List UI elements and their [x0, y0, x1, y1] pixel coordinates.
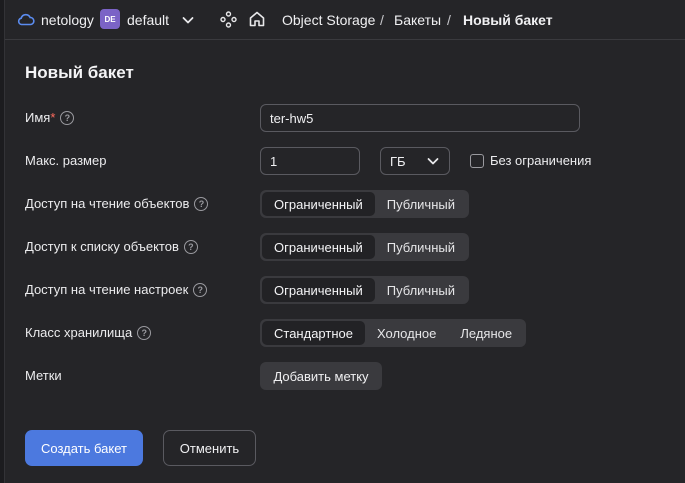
- storage-class-option-ice[interactable]: Ледяное: [448, 321, 524, 345]
- page-title: Новый бакет: [25, 63, 134, 82]
- create-bucket-button[interactable]: Создать бакет: [25, 430, 143, 466]
- list-objects-option-public[interactable]: Публичный: [375, 235, 467, 259]
- read-objects-option-public[interactable]: Публичный: [375, 192, 467, 216]
- side-strip: [0, 0, 5, 483]
- unlimited-checkbox[interactable]: Без ограничения: [470, 153, 591, 168]
- org-name[interactable]: netology: [41, 12, 94, 28]
- services-icon[interactable]: [220, 11, 237, 28]
- folder-badge: DE: [100, 9, 120, 29]
- help-icon[interactable]: ?: [137, 325, 152, 340]
- read-settings-label-text: Доступ на чтение настроек: [25, 282, 189, 297]
- storage-class-label: Класс хранилища ?: [25, 325, 152, 340]
- read-objects-label-text: Доступ на чтение объектов: [25, 196, 190, 211]
- cancel-button[interactable]: Отменить: [163, 430, 256, 466]
- read-settings-label: Доступ на чтение настроек ?: [25, 282, 208, 297]
- max-size-input[interactable]: 1: [260, 147, 360, 175]
- storage-class-label-text: Класс хранилища: [25, 325, 133, 340]
- name-label: Имя * ?: [25, 110, 75, 125]
- add-tag-button[interactable]: Добавить метку: [260, 362, 382, 390]
- storage-class-toggle: Стандартное Холодное Ледяное: [260, 319, 527, 347]
- tags-label: Метки: [25, 368, 62, 383]
- storage-class-option-standard[interactable]: Стандартное: [262, 321, 365, 345]
- name-input[interactable]: ter-hw5: [260, 104, 580, 132]
- tags-label-text: Метки: [25, 368, 62, 383]
- help-icon[interactable]: ?: [194, 196, 209, 211]
- read-settings-option-public[interactable]: Публичный: [375, 278, 467, 302]
- breadcrumb-buckets[interactable]: Бакеты: [394, 12, 441, 28]
- home-icon[interactable]: [248, 10, 266, 28]
- list-objects-toggle: Ограниченный Публичный: [260, 233, 469, 261]
- read-objects-label: Доступ на чтение объектов ?: [25, 196, 209, 211]
- read-settings-option-restricted[interactable]: Ограниченный: [262, 278, 375, 302]
- top-bar: netology DE default Object Storage / Бак…: [5, 0, 685, 40]
- read-objects-option-restricted[interactable]: Ограниченный: [262, 192, 375, 216]
- unlimited-label: Без ограничения: [490, 153, 592, 168]
- cloud-icon: [17, 12, 35, 26]
- size-unit-select[interactable]: ГБ: [380, 147, 450, 175]
- chevron-down-icon: [426, 154, 440, 168]
- chevron-down-icon[interactable]: [181, 13, 195, 27]
- breadcrumb-object-storage[interactable]: Object Storage: [282, 12, 375, 28]
- required-mark: *: [50, 110, 56, 125]
- help-icon[interactable]: ?: [183, 239, 198, 254]
- checkbox-box[interactable]: [470, 153, 484, 168]
- name-label-text: Имя: [25, 110, 51, 125]
- max-size-label-text: Макс. размер: [25, 153, 107, 168]
- breadcrumb-separator: /: [447, 12, 451, 28]
- read-settings-toggle: Ограниченный Публичный: [260, 276, 469, 304]
- help-icon[interactable]: ?: [60, 110, 75, 125]
- help-icon[interactable]: ?: [193, 282, 208, 297]
- folder-selector[interactable]: default: [127, 12, 169, 28]
- list-objects-label-text: Доступ к списку объектов: [25, 239, 179, 254]
- breadcrumb-current: Новый бакет: [463, 12, 553, 28]
- storage-class-option-cold[interactable]: Холодное: [365, 321, 448, 345]
- list-objects-label: Доступ к списку объектов ?: [25, 239, 198, 254]
- read-objects-toggle: Ограниченный Публичный: [260, 190, 469, 218]
- size-unit-value: ГБ: [390, 153, 406, 169]
- breadcrumb-separator: /: [380, 12, 384, 28]
- list-objects-option-restricted[interactable]: Ограниченный: [262, 235, 375, 259]
- max-size-label: Макс. размер: [25, 153, 106, 168]
